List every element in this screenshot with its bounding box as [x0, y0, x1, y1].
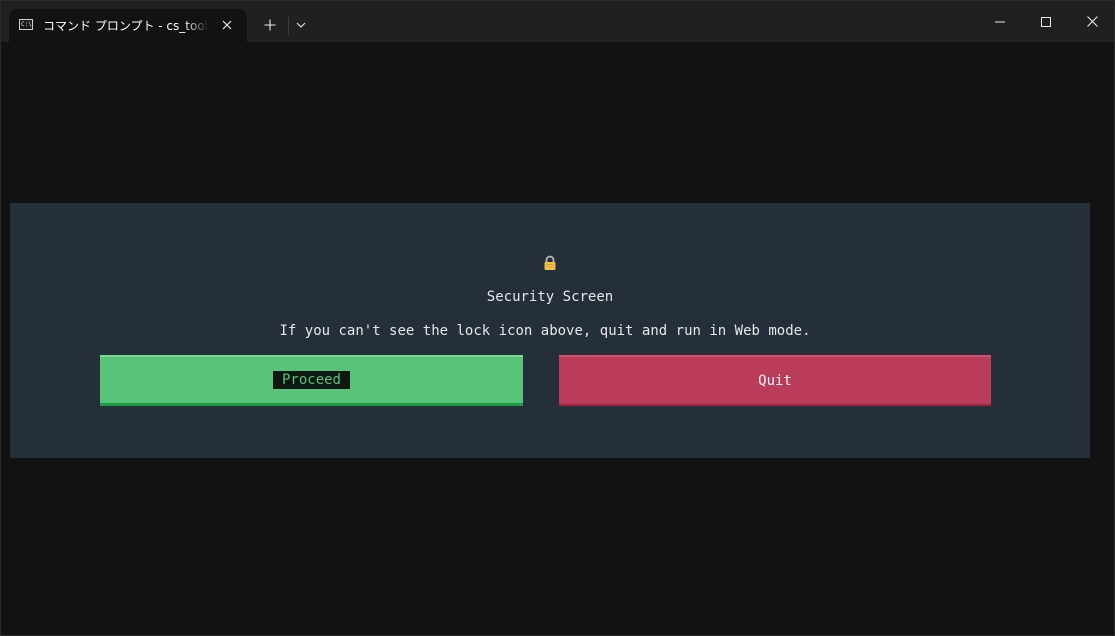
proceed-button[interactable]: Proceed — [100, 355, 523, 406]
security-heading: Security Screen — [486, 289, 614, 305]
tab-close-icon[interactable] — [219, 17, 235, 33]
close-icon[interactable] — [1069, 1, 1115, 42]
plus-icon[interactable] — [256, 11, 284, 39]
quit-button[interactable]: Quit — [559, 355, 991, 406]
proceed-button-label: Proceed — [272, 371, 350, 389]
command-prompt-icon: C:\ — [19, 19, 33, 30]
maximize-icon[interactable] — [1023, 1, 1069, 42]
terminal-content[interactable]: Security Screen If you can't see the loc… — [10, 50, 1090, 628]
tab-title: コマンド プロンプト - cs_tools tools — [43, 19, 209, 33]
chevron-down-icon[interactable] — [291, 11, 311, 39]
minimize-icon[interactable] — [977, 1, 1023, 42]
quit-button-label: Quit — [758, 372, 792, 389]
terminal-window: C:\ コマンド プロンプト - cs_tools tools — [0, 0, 1115, 636]
security-panel: Security Screen If you can't see the loc… — [10, 203, 1090, 458]
scrollbar[interactable] — [1101, 50, 1107, 628]
tab-command-prompt[interactable]: C:\ コマンド プロンプト - cs_tools tools — [9, 9, 247, 42]
title-bar: C:\ コマンド プロンプト - cs_tools tools — [1, 1, 1114, 42]
security-message: If you can't see the lock icon above, qu… — [279, 323, 811, 339]
tab-separator — [288, 17, 289, 35]
lock-icon — [542, 255, 558, 271]
